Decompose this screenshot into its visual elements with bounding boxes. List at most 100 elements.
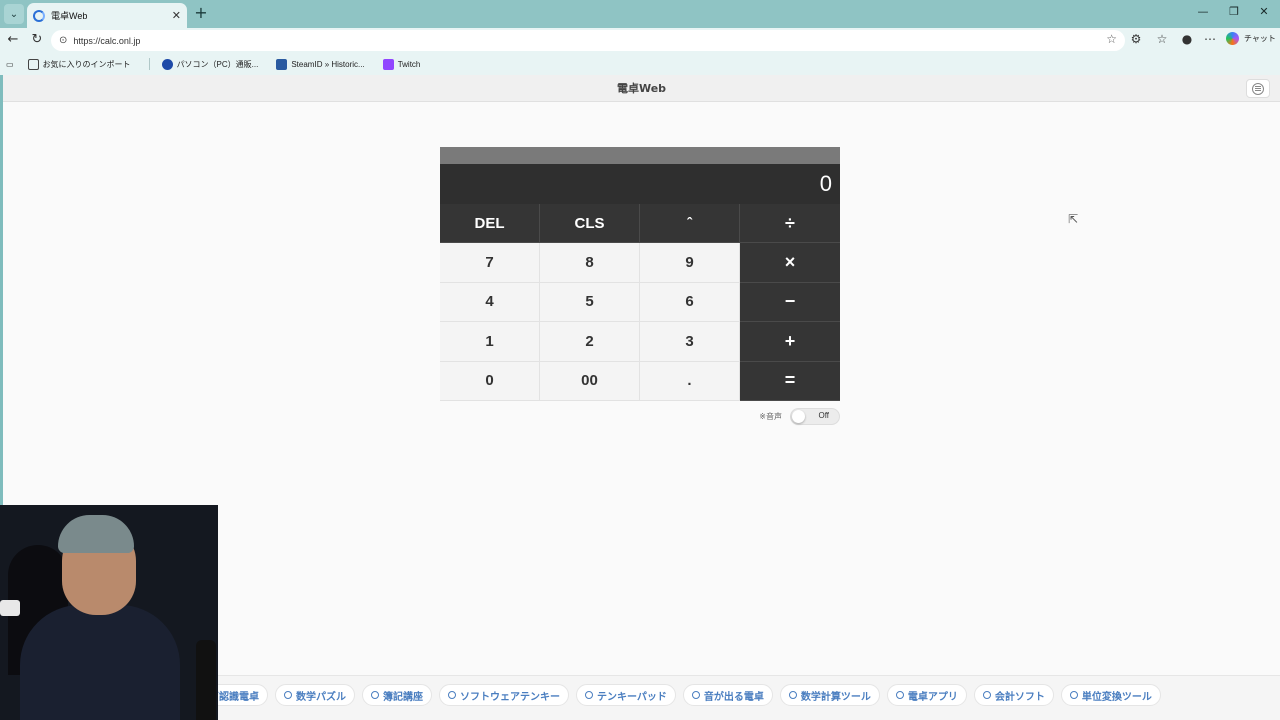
footer-link[interactable]: 数学計算ツール bbox=[779, 684, 880, 706]
browser-tab-bar: ⌄ 電卓Web ✕ + — ❐ ✕ bbox=[0, 0, 1280, 28]
calculator-top-bar bbox=[440, 147, 840, 164]
footer-link-label: ソフトウェアテンキー bbox=[460, 691, 560, 703]
footer-link-label: テンキーパッド bbox=[597, 691, 667, 703]
browser-toolbar: ← ↻ ⊙ https://calc.onl.jp ☆ ⚙ ☆ ● ⋯ チャット bbox=[0, 28, 1280, 53]
digit-1-button[interactable]: 1 bbox=[440, 322, 540, 362]
folder-icon bbox=[27, 58, 39, 70]
restore-icon[interactable]: ❐ bbox=[1219, 5, 1249, 18]
digit-6-button[interactable]: 6 bbox=[640, 282, 740, 323]
digit-0-button[interactable]: 0 bbox=[440, 361, 540, 401]
bookmark-import[interactable]: お気に入りのインポート bbox=[27, 58, 131, 70]
sound-setting: ※音声 Off bbox=[440, 407, 840, 425]
bookmarks-toggle-icon[interactable]: ▭ bbox=[6, 60, 14, 69]
divide-button[interactable]: ÷ bbox=[740, 204, 840, 244]
chat-button[interactable]: チャット bbox=[1226, 32, 1276, 45]
lock-icon[interactable]: ⊙ bbox=[59, 35, 67, 46]
new-tab-plus-icon[interactable]: + bbox=[192, 4, 210, 22]
hamburger-menu-icon bbox=[1252, 82, 1264, 95]
toggle-knob bbox=[792, 409, 805, 423]
multiply-button[interactable]: × bbox=[740, 243, 840, 283]
window-close-icon[interactable]: ✕ bbox=[1249, 5, 1279, 18]
footer-link[interactable]: 単位変換ツール bbox=[1060, 684, 1161, 706]
subtract-button[interactable]: − bbox=[740, 282, 840, 323]
webcam-bottle bbox=[196, 640, 216, 720]
more-options-icon[interactable]: ⋯ bbox=[1201, 32, 1219, 46]
bookmark-twitch[interactable]: Twitch bbox=[382, 58, 421, 70]
footer-link-label: 会計ソフト bbox=[994, 691, 1045, 703]
power-button[interactable]: ˆ bbox=[640, 204, 740, 244]
circle-arrow-icon bbox=[448, 691, 456, 699]
back-arrow-icon[interactable]: ← bbox=[4, 32, 22, 47]
bookmark-pc-shop[interactable]: パソコン（PC）通販... bbox=[161, 58, 259, 70]
footer-link[interactable]: 会計ソフト bbox=[973, 684, 1054, 706]
tab-title: 電卓Web bbox=[51, 11, 88, 21]
footer-link[interactable]: 簿記講座 bbox=[362, 684, 432, 706]
site-favicon-icon bbox=[33, 9, 45, 22]
tab-close-icon[interactable]: ✕ bbox=[172, 9, 181, 22]
digit-3-button[interactable]: 3 bbox=[640, 322, 740, 362]
equals-button[interactable]: = bbox=[740, 361, 840, 401]
footer-link-label: 数学パズル bbox=[296, 691, 346, 703]
double-zero-button[interactable]: 00 bbox=[540, 361, 640, 401]
webcam-beanie bbox=[58, 515, 134, 553]
footer-link[interactable]: テンキーパッド bbox=[576, 684, 676, 706]
sound-label: ※音声 bbox=[759, 411, 782, 421]
steam-icon bbox=[276, 58, 288, 70]
footer-link-label: 単位変換ツール bbox=[1081, 691, 1152, 703]
circle-arrow-icon bbox=[1069, 691, 1078, 699]
circle-arrow-icon bbox=[982, 691, 991, 699]
footer-link-label: 簿記講座 bbox=[383, 691, 423, 703]
circle-arrow-icon bbox=[788, 691, 797, 699]
delete-button[interactable]: DEL bbox=[440, 204, 540, 244]
minimize-icon[interactable]: — bbox=[1188, 5, 1218, 18]
bookmark-label: お気に入りのインポート bbox=[42, 59, 131, 69]
site-header: 電卓Web bbox=[3, 75, 1280, 102]
chat-label: チャット bbox=[1244, 34, 1276, 43]
decimal-button[interactable]: . bbox=[640, 361, 740, 401]
favorite-star-icon[interactable]: ☆ bbox=[1106, 32, 1117, 46]
profile-avatar-icon[interactable]: ● bbox=[1178, 32, 1196, 46]
digit-7-button[interactable]: 7 bbox=[440, 243, 540, 283]
circle-arrow-icon bbox=[585, 691, 593, 699]
circle-arrow-icon bbox=[371, 691, 379, 699]
mouse-cursor-icon: ⇱ bbox=[1068, 212, 1079, 226]
bookmark-label: SteamID » Historic... bbox=[291, 59, 365, 69]
footer-link[interactable]: 音が出る電卓 bbox=[682, 684, 773, 706]
bookmark-label: Twitch bbox=[397, 59, 421, 69]
circle-arrow-icon bbox=[284, 691, 292, 699]
tab-list-chevron-icon[interactable]: ⌄ bbox=[4, 4, 24, 24]
extensions-puzzle-icon[interactable]: ⚙ bbox=[1127, 32, 1145, 46]
sound-toggle[interactable]: Off bbox=[790, 407, 840, 425]
reload-icon[interactable]: ↻ bbox=[28, 32, 46, 47]
favorites-list-icon[interactable]: ☆ bbox=[1153, 32, 1171, 46]
shop-icon bbox=[161, 58, 173, 70]
calculator-keypad: DEL CLS ˆ ÷ 7 8 9 × 4 5 6− 1 2 3 +0 00. = bbox=[440, 204, 840, 401]
webcam-chair-logo bbox=[0, 600, 20, 616]
copilot-logo-icon bbox=[1226, 32, 1239, 45]
url-text: https://calc.onl.jp bbox=[73, 35, 141, 46]
digit-4-button[interactable]: 4 bbox=[440, 282, 540, 323]
bookmark-separator bbox=[148, 58, 150, 70]
add-button[interactable]: + bbox=[740, 322, 840, 362]
footer-link[interactable]: ソフトウェアテンキー bbox=[439, 684, 569, 706]
bookmark-steamid[interactable]: SteamID » Historic... bbox=[276, 58, 365, 70]
footer-link[interactable]: 電卓アプリ bbox=[886, 684, 967, 706]
clear-button[interactable]: CLS bbox=[540, 204, 640, 244]
circle-arrow-icon bbox=[895, 691, 904, 699]
address-bar[interactable]: ⊙ https://calc.onl.jp ☆ bbox=[51, 30, 1125, 51]
digit-8-button[interactable]: 8 bbox=[540, 243, 640, 283]
bookmark-label: パソコン（PC）通販... bbox=[176, 59, 259, 69]
digit-2-button[interactable]: 2 bbox=[540, 322, 640, 362]
calculator-display: 0 bbox=[440, 164, 840, 204]
menu-button[interactable] bbox=[1246, 79, 1270, 98]
webcam-overlay bbox=[0, 505, 218, 720]
webcam-person-body bbox=[20, 605, 180, 720]
footer-link-label: 電卓アプリ bbox=[907, 691, 958, 703]
footer-link[interactable]: 数学パズル bbox=[275, 684, 355, 706]
digit-5-button[interactable]: 5 bbox=[540, 282, 640, 323]
twitch-icon bbox=[382, 58, 394, 70]
footer-link-label: 音が出る電卓 bbox=[703, 691, 764, 703]
digit-9-button[interactable]: 9 bbox=[640, 243, 740, 283]
footer-link-label: 数学計算ツール bbox=[800, 691, 871, 703]
browser-tab[interactable]: 電卓Web ✕ bbox=[27, 3, 187, 28]
